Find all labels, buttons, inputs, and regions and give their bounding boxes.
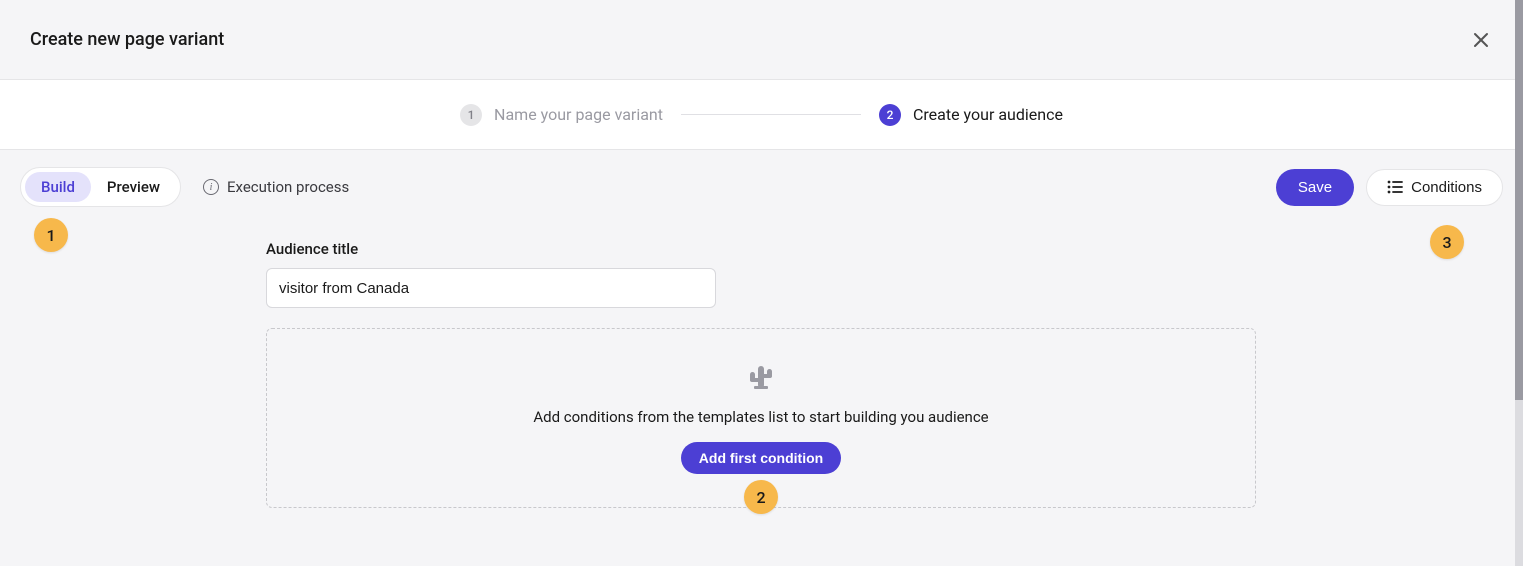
tab-build[interactable]: Build xyxy=(25,172,91,202)
step-divider xyxy=(681,114,861,115)
close-button[interactable] xyxy=(1469,28,1493,52)
drop-message: Add conditions from the templates list t… xyxy=(533,408,988,426)
stepper: 1 Name your page variant 2 Create your a… xyxy=(460,104,1063,126)
step-1-circle: 1 xyxy=(460,104,482,126)
view-segment: Build Preview xyxy=(20,167,181,207)
content-area: Audience title Add conditions from the t… xyxy=(0,206,1523,508)
callout-badge-1: 1 xyxy=(34,218,68,252)
tab-preview[interactable]: Preview xyxy=(91,172,176,202)
step-2-circle: 2 xyxy=(879,104,901,126)
audience-title-input[interactable] xyxy=(266,268,716,308)
modal-header: Create new page variant xyxy=(0,0,1523,80)
callout-badge-2: 2 xyxy=(744,480,778,514)
step-1[interactable]: 1 Name your page variant xyxy=(460,104,663,126)
execution-process-link[interactable]: i Execution process xyxy=(203,178,349,196)
step-1-label: Name your page variant xyxy=(494,105,663,124)
conditions-button[interactable]: Conditions xyxy=(1366,169,1503,206)
toolbar: Build Preview i Execution process Save C… xyxy=(0,150,1523,206)
info-icon: i xyxy=(203,179,219,195)
add-first-condition-button[interactable]: Add first condition xyxy=(681,442,841,474)
conditions-label: Conditions xyxy=(1411,179,1482,196)
step-2[interactable]: 2 Create your audience xyxy=(879,104,1063,126)
list-icon xyxy=(1387,180,1403,194)
execution-process-label: Execution process xyxy=(227,178,349,196)
stepper-bar: 1 Name your page variant 2 Create your a… xyxy=(0,80,1523,150)
modal-title: Create new page variant xyxy=(30,29,224,50)
cactus-icon xyxy=(746,362,776,392)
audience-title-label: Audience title xyxy=(266,240,1523,258)
close-icon xyxy=(1472,31,1490,49)
toolbar-right: Save Conditions xyxy=(1276,169,1503,206)
callout-badge-3: 3 xyxy=(1430,225,1464,259)
toolbar-left: Build Preview i Execution process xyxy=(20,167,349,207)
save-button[interactable]: Save xyxy=(1276,169,1354,206)
scrollbar-thumb[interactable] xyxy=(1515,0,1523,400)
step-2-label: Create your audience xyxy=(913,105,1063,124)
